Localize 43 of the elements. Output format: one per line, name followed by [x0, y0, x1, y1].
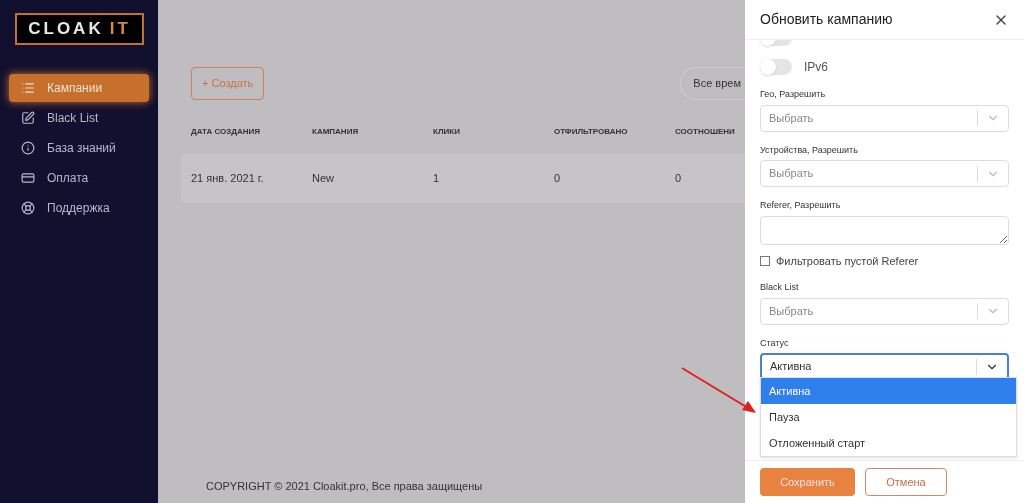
sidebar-item[interactable]: Оплата	[9, 164, 149, 192]
list-icon	[21, 81, 35, 95]
table-cell-text: 1	[433, 171, 441, 187]
cancel-button[interactable]: Отмена	[865, 468, 947, 496]
lifebuoy-icon	[21, 201, 35, 215]
select-placeholder: Выбрать	[768, 166, 815, 182]
column-header: ДАТА СОЗДАНИЯ	[191, 126, 262, 138]
drawer-title: Обновить кампанию	[760, 10, 893, 29]
field-label: Статус	[760, 336, 790, 350]
field-label: Гео, Разрешить	[760, 88, 827, 101]
field-label: Black List	[760, 281, 800, 294]
column-header: КАМПАНИЯ	[312, 126, 360, 138]
select-placeholder: Выбрать	[768, 303, 815, 319]
table-cell-text: New	[312, 171, 335, 187]
column-header: ОТФИЛЬТРОВАНО	[554, 126, 629, 138]
dropdown-option[interactable]: Пауза	[761, 404, 1016, 430]
copyright-text: COPYRIGHT © 2021 Cloakit.pro, Все права защищены	[205, 478, 484, 494]
card-icon	[21, 171, 35, 185]
textarea-field[interactable]	[760, 215, 1009, 245]
info-icon	[21, 141, 35, 155]
dropdown-option[interactable]: Отложенный старт	[761, 430, 1016, 456]
table-cell-text: 0	[675, 171, 683, 187]
sidebar-item[interactable]: Поддержка	[9, 194, 149, 222]
toggle-label: IPv6	[804, 59, 828, 76]
sidebar-item[interactable]: База знаний	[9, 134, 149, 162]
dropdown-option[interactable]: Активна	[761, 378, 1016, 404]
edit-icon	[21, 111, 35, 125]
column-header: КЛИКИ	[433, 126, 461, 138]
checkbox[interactable]	[760, 255, 770, 266]
select-placeholder: Выбрать	[768, 110, 815, 126]
select-field[interactable]: Выбрать	[760, 297, 1009, 325]
column-header: СООТНОШЕНИ	[675, 126, 736, 138]
logo: CLOAK IT	[15, 13, 144, 45]
field-label: Referer, Разрешить	[760, 199, 842, 212]
checkbox-label: Фильтровать пустой Referer	[776, 253, 919, 269]
table-cell-text: 21 янв. 2021 г.	[191, 171, 265, 187]
select-value: Активна	[769, 359, 813, 375]
table-cell-text: 0	[554, 171, 562, 187]
select-field[interactable]: Выбрать	[760, 104, 1009, 132]
select-field[interactable]: Выбрать	[760, 160, 1009, 187]
field-label: Устройства, Разрешить	[760, 143, 859, 157]
toggle-switch[interactable]	[760, 59, 792, 75]
sidebar-item[interactable]: Black List	[9, 104, 149, 132]
